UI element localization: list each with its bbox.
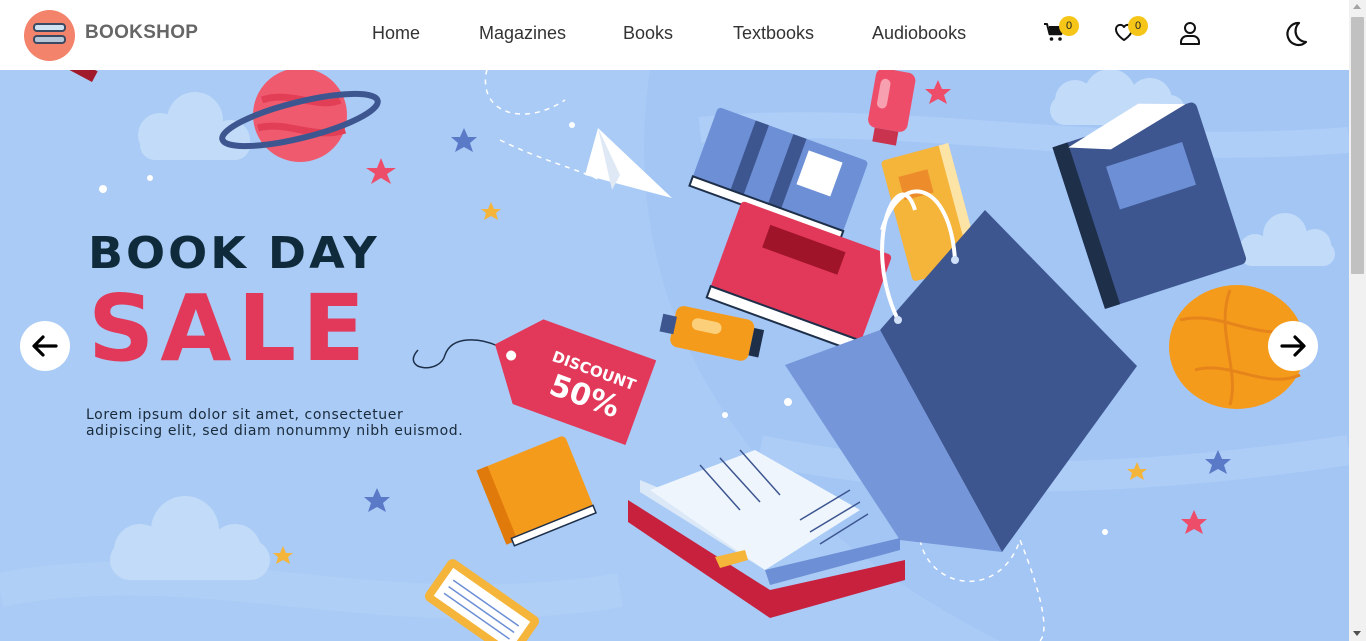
- wishlist-button[interactable]: 0: [1112, 16, 1148, 48]
- cloud-left-bottom: [110, 496, 270, 580]
- nav-home[interactable]: Home: [372, 23, 420, 44]
- moon-icon: [1286, 21, 1308, 47]
- carousel-next-button[interactable]: [1268, 321, 1318, 371]
- hero-description: Lorem ipsum dolor sit amet, consectetuer…: [86, 407, 464, 439]
- scroll-down-arrow-icon[interactable]: [1353, 631, 1361, 636]
- theme-toggle-button[interactable]: [1281, 20, 1309, 48]
- arrow-left-icon: [32, 335, 58, 357]
- hero-banner: DISCOUNT 50% BOOK DAY SALE Lorem ipsum d…: [0, 70, 1349, 641]
- brand-name[interactable]: BOOKSHOP: [85, 22, 198, 44]
- user-icon: [1180, 22, 1200, 45]
- page-scrollbar[interactable]: [1349, 0, 1366, 641]
- wishlist-count-badge: 0: [1128, 16, 1148, 36]
- nav-audiobooks[interactable]: Audiobooks: [872, 23, 966, 44]
- book-orange: [476, 436, 597, 547]
- arrow-right-icon: [1280, 335, 1306, 357]
- nav-books[interactable]: Books: [623, 23, 673, 44]
- scrollbar-thumb[interactable]: [1351, 17, 1364, 274]
- nav-magazines[interactable]: Magazines: [479, 23, 566, 44]
- cart-count-badge: 0: [1059, 16, 1079, 36]
- account-button[interactable]: [1177, 20, 1205, 48]
- site-header: BOOKSHOP Home Magazines Books Textbooks …: [0, 0, 1349, 70]
- planet: [219, 70, 381, 162]
- scroll-up-arrow-icon[interactable]: [1353, 4, 1361, 9]
- hero-title-line2: SALE: [88, 275, 371, 382]
- carousel-prev-button[interactable]: [20, 321, 70, 371]
- cart-button[interactable]: 0: [1043, 16, 1079, 48]
- hero-title-line1: BOOK DAY: [88, 227, 380, 279]
- logo-icon[interactable]: [24, 10, 75, 61]
- nav-textbooks[interactable]: Textbooks: [733, 23, 814, 44]
